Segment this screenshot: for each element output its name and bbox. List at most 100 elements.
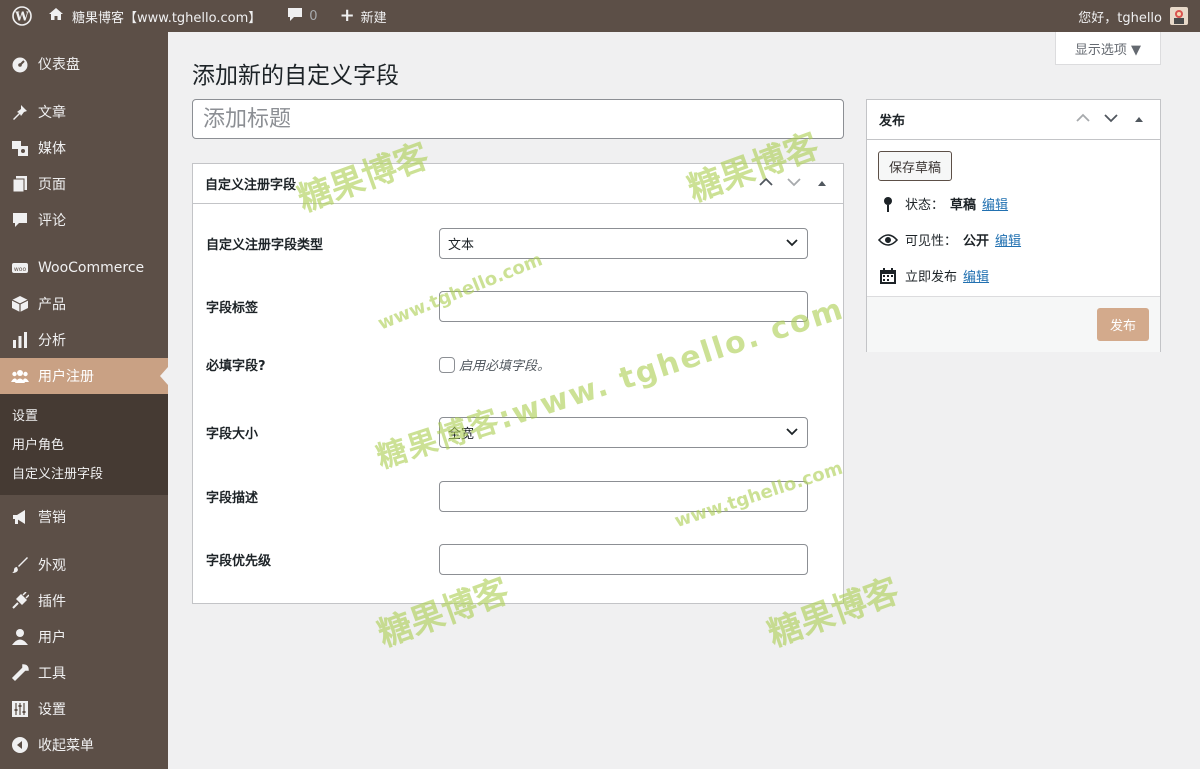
menu-label: 仪表盘 — [38, 57, 80, 73]
menu-label: WooCommerce — [38, 260, 145, 276]
plus-icon: + — [339, 5, 355, 26]
move-down-icon[interactable] — [1102, 112, 1120, 127]
menu-label: 插件 — [38, 594, 66, 610]
greeting-text: 您好，tghello — [1078, 10, 1162, 26]
wrench-icon — [10, 663, 30, 683]
publish-header: 发布 — [867, 100, 1160, 140]
avatar — [1170, 7, 1188, 25]
media-icon — [10, 138, 30, 158]
dashboard-icon — [10, 54, 30, 74]
svg-text:woo: woo — [14, 266, 27, 273]
menu-label: 评论 — [38, 213, 66, 229]
edit-visibility-link[interactable]: 编辑 — [995, 230, 1021, 249]
move-up-icon[interactable] — [757, 176, 775, 191]
field-desc-input[interactable] — [439, 481, 808, 512]
page-icon — [10, 174, 30, 194]
menu-products[interactable]: 产品 — [0, 286, 168, 322]
calendar-icon — [878, 267, 898, 285]
menu-media[interactable]: 媒体 — [0, 130, 168, 166]
settings-sliders-icon — [10, 699, 30, 719]
menu-posts[interactable]: 文章 — [0, 94, 168, 130]
menu-label: 外观 — [38, 558, 66, 574]
menu-comments[interactable]: 评论 — [0, 202, 168, 238]
submenu-settings[interactable]: 设置 — [0, 400, 168, 429]
pin-icon — [878, 196, 898, 212]
menu-label: 产品 — [38, 297, 66, 313]
visibility-label: 可见性： — [905, 234, 958, 249]
collapse-arrow-icon — [10, 735, 30, 755]
visibility-value: 公开 — [963, 234, 990, 249]
menu-label: 工具 — [38, 666, 66, 682]
publish-button[interactable]: 发布 — [1096, 308, 1149, 341]
woocommerce-icon: woo — [10, 258, 30, 278]
menu-label: 页面 — [38, 177, 66, 193]
field-priority-label: 字段优先级 — [206, 554, 272, 569]
menu-plugins[interactable]: 插件 — [0, 583, 168, 619]
field-type-label: 自定义注册字段类型 — [206, 238, 324, 253]
field-row-priority: 字段优先级 — [206, 544, 826, 575]
metabox-header: 自定义注册字段 — [193, 164, 843, 204]
menu-pages[interactable]: 页面 — [0, 166, 168, 202]
user-account-link[interactable]: 您好，tghello — [1070, 0, 1200, 32]
menu-woocommerce[interactable]: woo WooCommerce — [0, 250, 168, 286]
field-label-input[interactable] — [439, 291, 808, 322]
menu-users[interactable]: 用户 — [0, 619, 168, 655]
screen-options-button[interactable]: 显示选项 ▼ — [1055, 32, 1161, 65]
publish-actions: 发布 — [867, 296, 1160, 352]
menu-label: 媒体 — [38, 141, 66, 157]
menu-collapse[interactable]: 收起菜单 — [0, 727, 168, 763]
home-icon — [48, 7, 64, 25]
edit-schedule-link[interactable]: 编辑 — [963, 266, 989, 285]
custom-field-metabox: 自定义注册字段 自定义注册字段类型 文本 字段标签 必填字段? 启用必填字段。 … — [192, 163, 844, 604]
save-draft-button[interactable]: 保存草稿 — [878, 151, 953, 181]
move-down-icon[interactable] — [785, 176, 803, 191]
menu-marketing[interactable]: 营销 — [0, 499, 168, 535]
toggle-panel-icon[interactable] — [1130, 112, 1148, 127]
field-type-value: 文本 — [448, 238, 475, 253]
submenu-user-roles[interactable]: 用户角色 — [0, 429, 168, 458]
submenu-custom-fields[interactable]: 自定义注册字段 — [0, 458, 168, 487]
field-size-select[interactable]: 全宽 — [439, 417, 808, 448]
comments-link[interactable]: 0 — [279, 0, 325, 32]
new-content-link[interactable]: + 新建 — [332, 0, 395, 32]
bar-chart-icon — [10, 330, 30, 350]
user-registration-submenu: 设置 用户角色 自定义注册字段 — [0, 394, 168, 495]
menu-label: 营销 — [38, 510, 66, 526]
field-required-label: 必填字段? — [206, 359, 266, 374]
menu-label: 设置 — [38, 702, 66, 718]
menu-analytics[interactable]: 分析 — [0, 322, 168, 358]
admin-bar: W 糖果博客【www.tghello.com】 0 + 新建 您好，tghell… — [0, 0, 1200, 32]
new-label: 新建 — [360, 10, 387, 26]
post-title-input[interactable] — [192, 99, 844, 139]
required-checkbox-label: 启用必填字段。 — [459, 359, 551, 374]
move-up-icon[interactable] — [1074, 112, 1092, 127]
publish-title: 发布 — [879, 114, 906, 129]
plug-icon — [10, 591, 30, 611]
comment-bubble-icon — [287, 7, 303, 26]
menu-tools[interactable]: 工具 — [0, 655, 168, 691]
schedule-label: 立即发布 — [905, 270, 958, 285]
chevron-down-icon — [785, 424, 799, 442]
menu-user-registration[interactable]: 用户注册 — [0, 358, 168, 394]
status-value: 草稿 — [950, 198, 977, 213]
field-type-select[interactable]: 文本 — [439, 228, 808, 259]
field-priority-input[interactable] — [439, 544, 808, 575]
menu-label: 收起菜单 — [38, 738, 94, 754]
field-desc-label: 字段描述 — [206, 491, 259, 506]
admin-sidebar: 仪表盘 文章 媒体 页面 评论 woo WooCommerce 产品 分析 用户… — [0, 32, 168, 769]
toggle-panel-icon[interactable] — [813, 176, 831, 191]
required-checkbox[interactable] — [439, 356, 455, 373]
schedule-row: 立即发布 编辑 — [878, 266, 989, 285]
field-label-label: 字段标签 — [206, 301, 259, 316]
user-icon — [10, 627, 30, 647]
edit-status-link[interactable]: 编辑 — [982, 194, 1008, 213]
field-row-required: 必填字段? 启用必填字段。 — [206, 355, 826, 374]
menu-appearance[interactable]: 外观 — [0, 547, 168, 583]
comments-count: 0 — [309, 8, 318, 24]
field-row-size: 字段大小 全宽 — [206, 417, 826, 448]
menu-settings[interactable]: 设置 — [0, 691, 168, 727]
menu-dashboard[interactable]: 仪表盘 — [0, 46, 168, 82]
site-name-link[interactable]: 糖果博客【www.tghello.com】 — [40, 0, 269, 32]
status-label: 状态： — [905, 198, 945, 213]
wordpress-logo-icon[interactable]: W — [4, 0, 40, 32]
